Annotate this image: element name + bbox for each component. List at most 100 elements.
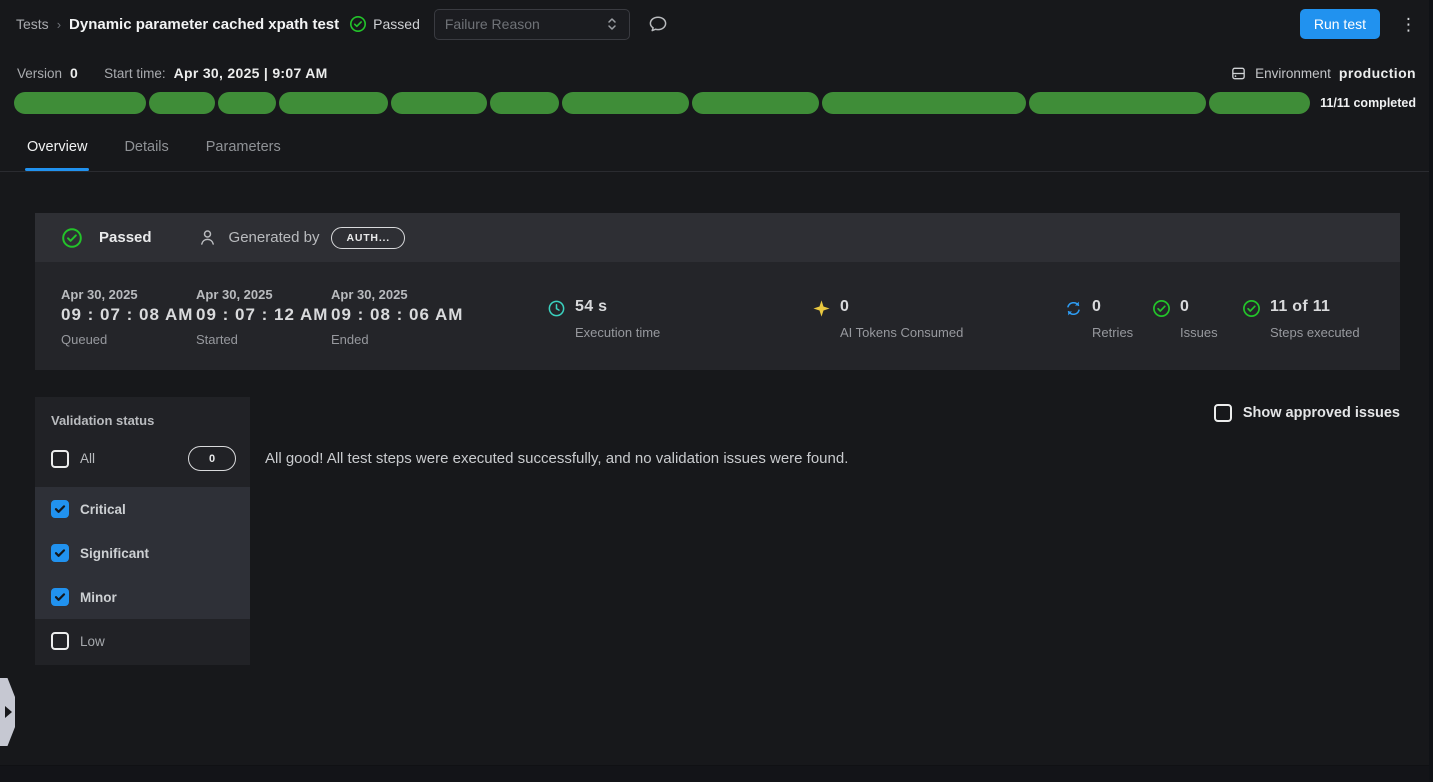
metric-steps-executed: 11 of 11 Steps executed: [1270, 298, 1360, 340]
significant-checkbox[interactable]: [51, 544, 69, 562]
version-value: 0: [70, 65, 78, 81]
retries-label: Retries: [1092, 325, 1133, 340]
check-circle-icon: [61, 227, 83, 249]
version-label: Version: [17, 66, 62, 81]
queued-label: Queued: [61, 332, 196, 347]
steps-executed-value: 11 of 11: [1270, 298, 1360, 316]
progress-segment[interactable]: [149, 92, 215, 114]
progress-segment[interactable]: [1029, 92, 1205, 114]
minor-label: Minor: [80, 590, 117, 605]
breadcrumb-chevron-icon: ›: [57, 17, 61, 32]
ai-tokens-label: AI Tokens Consumed: [840, 325, 963, 340]
critical-label: Critical: [80, 502, 126, 517]
progress-row: 11/11 completed: [14, 92, 1416, 114]
person-icon: [198, 228, 217, 247]
clock-icon: [547, 299, 566, 318]
minor-checkbox[interactable]: [51, 588, 69, 606]
critical-checkbox[interactable]: [51, 500, 69, 518]
queued-time: 09 : 07 : 08 AM: [61, 305, 196, 325]
progress-segment[interactable]: [218, 92, 276, 114]
run-test-button[interactable]: Run test: [1300, 9, 1380, 39]
steps-executed-label: Steps executed: [1270, 325, 1360, 340]
issues-value: 0: [1180, 298, 1218, 316]
filter-row-significant[interactable]: Significant: [35, 531, 250, 575]
filter-row-low[interactable]: Low: [35, 619, 250, 663]
validation-status-panel: Validation status All 0 Critical Signifi…: [35, 397, 250, 665]
tab-details[interactable]: Details: [124, 130, 168, 171]
low-label: Low: [80, 634, 105, 649]
all-label: All: [80, 451, 188, 466]
select-updown-icon: [605, 16, 619, 32]
show-approved-label: Show approved issues: [1243, 405, 1400, 421]
filter-row-all[interactable]: All 0: [35, 434, 250, 487]
progress-segment[interactable]: [562, 92, 689, 114]
metric-retries: 0 Retries: [1092, 298, 1133, 340]
ended-time: 09 : 08 : 06 AM: [331, 305, 466, 325]
sparkle-icon: [812, 299, 831, 318]
kebab-menu-icon[interactable]: ⋮: [1400, 16, 1417, 33]
failure-reason-placeholder: Failure Reason: [445, 16, 605, 32]
progress-segment[interactable]: [490, 92, 559, 114]
timestamp-queued: Apr 30, 2025 09 : 07 : 08 AM Queued: [61, 262, 196, 370]
timestamp-started: Apr 30, 2025 09 : 07 : 12 AM Started: [196, 262, 331, 370]
filter-row-minor[interactable]: Minor: [35, 575, 250, 619]
breadcrumb[interactable]: Tests: [16, 16, 49, 32]
metric-execution-time: 54 s Execution time: [575, 298, 660, 340]
ai-tokens-value: 0: [840, 298, 963, 316]
environment-label: Environment: [1255, 66, 1331, 81]
failure-reason-select[interactable]: Failure Reason: [434, 9, 630, 40]
issues-section: Validation status All 0 Critical Signifi…: [0, 397, 1433, 697]
timestamp-ended: Apr 30, 2025 09 : 08 : 06 AM Ended: [331, 262, 466, 370]
start-time-label: Start time:: [104, 66, 166, 81]
progress-segment[interactable]: [1209, 92, 1311, 114]
environment-group: Environment production: [1230, 65, 1416, 82]
generated-by-label: Generated by: [229, 229, 320, 246]
chevron-right-icon: [5, 706, 12, 718]
environment-icon: [1230, 65, 1247, 82]
progress-segment[interactable]: [692, 92, 819, 114]
bottom-strip: [0, 765, 1433, 782]
progress-segment[interactable]: [14, 92, 146, 114]
started-label: Started: [196, 332, 331, 347]
meta-row: Version 0 Start time: Apr 30, 2025 | 9:0…: [0, 60, 1433, 86]
started-time: 09 : 07 : 12 AM: [196, 305, 331, 325]
significant-label: Significant: [80, 546, 149, 561]
summary-card-header: Passed Generated by AUTH...: [35, 213, 1400, 262]
summary-card-body: Apr 30, 2025 09 : 07 : 08 AM Queued Apr …: [35, 262, 1400, 370]
retries-value: 0: [1092, 298, 1133, 316]
low-checkbox[interactable]: [51, 632, 69, 650]
generated-by-badge[interactable]: AUTH...: [331, 227, 405, 249]
validation-status-title: Validation status: [35, 397, 250, 434]
progress-segment[interactable]: [279, 92, 388, 114]
right-edge-strip: [1429, 0, 1433, 782]
ended-label: Ended: [331, 332, 466, 347]
filter-row-critical[interactable]: Critical: [35, 487, 250, 531]
refresh-icon: [1064, 299, 1083, 318]
tab-bar: Overview Details Parameters: [0, 130, 1433, 172]
page-title: Dynamic parameter cached xpath test: [69, 16, 339, 33]
started-date: Apr 30, 2025: [196, 287, 331, 302]
all-count-badge: 0: [188, 446, 236, 471]
queued-date: Apr 30, 2025: [61, 287, 196, 302]
show-approved-checkbox[interactable]: [1214, 404, 1232, 422]
comment-bubble-icon[interactable]: [648, 14, 668, 34]
progress-bar[interactable]: [14, 92, 1310, 114]
ended-date: Apr 30, 2025: [331, 287, 466, 302]
environment-value: production: [1339, 65, 1416, 81]
all-checkbox[interactable]: [51, 450, 69, 468]
check-circle-icon: [1152, 299, 1171, 318]
progress-segment[interactable]: [822, 92, 1026, 114]
progress-segment[interactable]: [391, 92, 487, 114]
tab-overview[interactable]: Overview: [27, 130, 87, 171]
execution-time-value: 54 s: [575, 298, 660, 316]
summary-status-label: Passed: [99, 229, 152, 246]
top-bar: Tests › Dynamic parameter cached xpath t…: [0, 0, 1433, 48]
empty-state-message: All good! All test steps were executed s…: [265, 450, 848, 467]
tab-parameters[interactable]: Parameters: [206, 130, 281, 171]
show-approved-issues[interactable]: Show approved issues: [1214, 404, 1400, 422]
check-circle-icon: [349, 15, 367, 33]
issues-label: Issues: [1180, 325, 1218, 340]
start-time-value: Apr 30, 2025 | 9:07 AM: [174, 65, 328, 81]
status-label: Passed: [373, 16, 420, 32]
execution-time-label: Execution time: [575, 325, 660, 340]
